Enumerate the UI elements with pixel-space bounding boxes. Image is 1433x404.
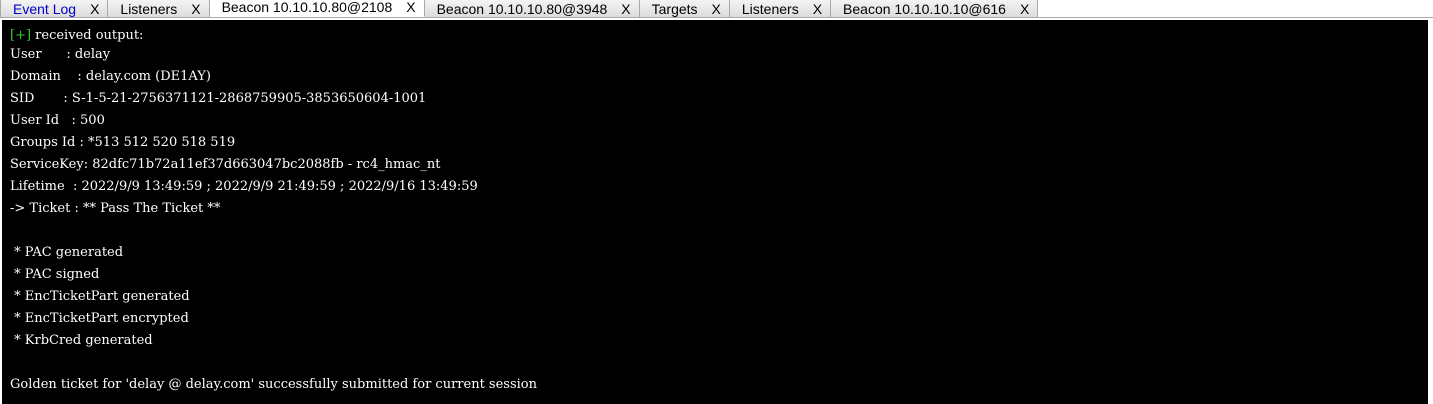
tab-label: Targets — [651, 0, 698, 17]
console-line: SID : S-1-5-21-2756371121-2868759905-385… — [10, 91, 427, 106]
tab-close-button[interactable]: X — [619, 1, 632, 17]
console-line: User Id : 500 — [10, 113, 105, 128]
console-header-text: received output: — [31, 28, 144, 43]
tab-listeners-2[interactable]: Listeners X — [729, 0, 832, 17]
tab-beacon-2108[interactable]: Beacon 10.10.10.80@2108 X — [209, 0, 425, 17]
beacon-console-output[interactable]: [+] received output: User : delay Domain… — [2, 20, 1428, 404]
tab-close-button[interactable]: X — [189, 1, 202, 17]
tab-label: Listeners — [120, 0, 178, 17]
tab-close-button[interactable]: X — [811, 1, 824, 17]
console-line: Lifetime : 2022/9/9 13:49:59 ; 2022/9/9 … — [10, 179, 478, 194]
tab-label: Event Log — [13, 0, 77, 17]
tab-beacon-616[interactable]: Beacon 10.10.10.10@616 X — [831, 0, 1039, 17]
tab-event-log[interactable]: Event Log X — [0, 0, 109, 17]
console-line: Groups Id : *513 512 520 518 519 — [10, 135, 236, 150]
tab-beacon-3948[interactable]: Beacon 10.10.10.80@3948 X — [424, 0, 640, 17]
tab-label: Beacon 10.10.10.80@2108 — [221, 0, 393, 15]
console-line: * EncTicketPart encrypted — [10, 311, 189, 326]
console-line: * EncTicketPart generated — [10, 289, 190, 304]
cobalt-strike-window: Event Log X Listeners X Beacon 10.10.10.… — [0, 0, 1433, 404]
tab-label: Beacon 10.10.10.80@3948 — [436, 0, 608, 17]
tab-close-button[interactable]: X — [1018, 1, 1031, 17]
console-line: * KrbCred generated — [10, 333, 153, 348]
tab-close-button[interactable]: X — [710, 1, 723, 17]
console-line: Golden ticket for 'delay @ delay.com' su… — [10, 377, 538, 392]
tab-close-button[interactable]: X — [404, 0, 417, 15]
console-line: ServiceKey: 82dfc71b72a11ef37d663047bc20… — [10, 157, 441, 172]
tab-label: Beacon 10.10.10.10@616 — [843, 0, 1006, 17]
console-line: Domain : delay.com (DE1AY) — [10, 69, 211, 84]
tab-listeners[interactable]: Listeners X — [108, 0, 210, 17]
console-line: * PAC signed — [10, 267, 100, 282]
console-line: -> Ticket : ** Pass The Ticket ** — [10, 201, 221, 216]
tab-close-button[interactable]: X — [88, 1, 101, 17]
console-line: User : delay — [10, 47, 111, 62]
console-line: * PAC generated — [10, 245, 124, 260]
tab-targets[interactable]: Targets X — [639, 0, 730, 17]
tab-label: Listeners — [741, 0, 799, 17]
console-header-line: [+] received output: — [10, 28, 1428, 44]
scrollbar-track[interactable] — [1428, 20, 1433, 404]
tab-bar: Event Log X Listeners X Beacon 10.10.10.… — [0, 0, 1433, 18]
success-prefix: [+] — [10, 28, 32, 43]
